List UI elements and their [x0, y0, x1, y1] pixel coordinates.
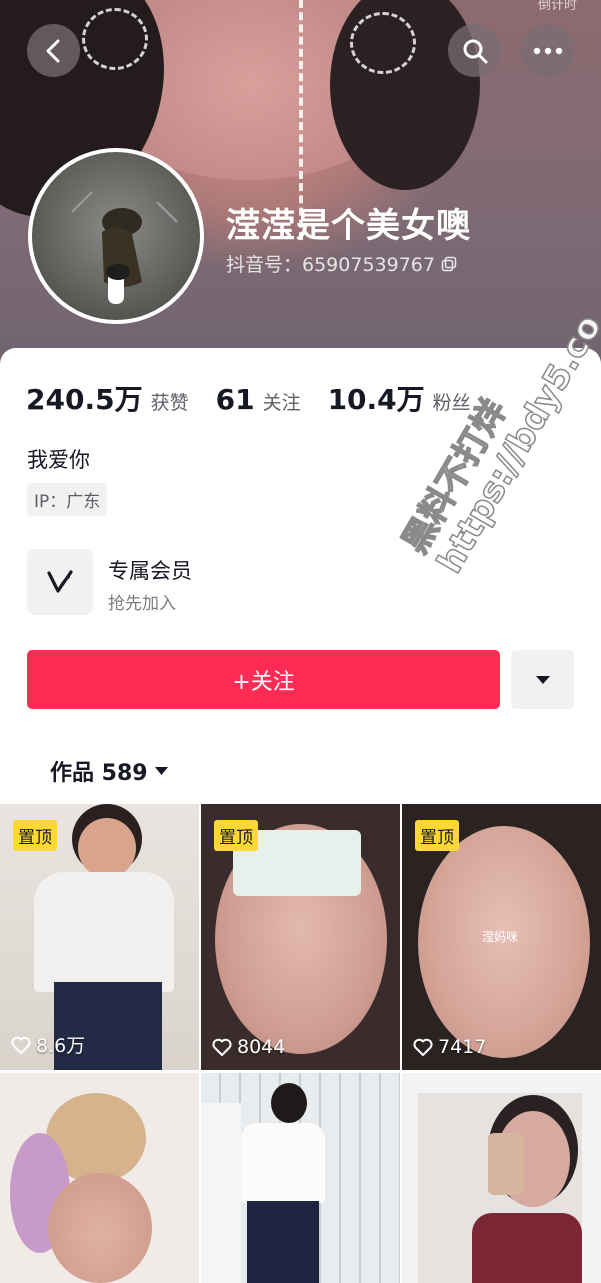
search-icon [463, 39, 487, 63]
v-logo-icon [47, 570, 73, 593]
video-thumbnail[interactable] [402, 1073, 601, 1283]
caret-down-icon [535, 675, 550, 684]
video-thumbnail[interactable] [0, 1073, 199, 1283]
stat-value: 61 [215, 383, 255, 416]
pinned-badge: 置顶 [214, 820, 258, 851]
more-options-button[interactable] [521, 24, 574, 77]
recommend-dropdown-button[interactable] [511, 650, 574, 709]
banner-sticker [350, 12, 416, 74]
video-thumbnail[interactable]: 置顶 8.6万 [0, 804, 199, 1070]
profile-nickname: 滢滢是个美女噢 [226, 206, 471, 246]
stat-label: 获赞 [150, 392, 189, 414]
copy-icon[interactable] [441, 256, 457, 272]
stat-following[interactable]: 61 关注 [216, 383, 301, 416]
ip-location-tag: IP：广东 [27, 483, 108, 516]
heart-icon [212, 1038, 232, 1056]
stat-likes[interactable]: 240.5万 获赞 [26, 378, 189, 418]
membership-title: 专属会员 [108, 559, 192, 583]
stat-value: 10.4万 [327, 383, 425, 416]
more-icon [533, 47, 562, 54]
heart-icon [413, 1038, 433, 1056]
video-thumbnail[interactable] [201, 1073, 400, 1283]
video-likes-count: 8.6万 [36, 1035, 86, 1057]
follow-button[interactable]: +关注 [27, 650, 500, 709]
back-button[interactable] [27, 24, 80, 77]
profile-bio: 我爱你 [27, 448, 90, 472]
avatar-photo [71, 191, 178, 304]
thumb-photo-shirt [241, 1123, 325, 1203]
thumb-photo-shirt [472, 1213, 582, 1283]
thumb-photo-face [78, 818, 136, 878]
douyin-id-text: 抖音号：65907539767 [226, 254, 435, 276]
stat-label: 关注 [262, 392, 301, 414]
thumb-photo-phone [488, 1133, 524, 1195]
pinned-badge: 置顶 [415, 820, 459, 851]
video-thumbnail[interactable]: 滢妈咪 置顶 7417 [402, 804, 601, 1070]
membership-subtitle: 抢先加入 [108, 594, 176, 614]
avatar[interactable] [28, 148, 204, 324]
thumb-photo-head [271, 1083, 307, 1123]
pinned-badge: 置顶 [13, 820, 57, 851]
thumb-photo-shirt [34, 872, 174, 992]
video-overlay-text: 滢妈咪 [482, 930, 519, 944]
video-likes: 8.6万 [11, 1031, 85, 1058]
thumb-photo-face [48, 1173, 152, 1283]
thumb-photo-pants [247, 1201, 319, 1283]
search-button[interactable] [448, 24, 501, 77]
video-likes: 8044 [212, 1036, 285, 1058]
video-likes-count: 8044 [237, 1036, 286, 1058]
tab-works[interactable]: 作品 589 [50, 755, 169, 787]
thumb-photo-person [201, 1103, 241, 1283]
membership-icon [27, 549, 93, 615]
stats-row: 240.5万 获赞 61 关注 10.4万 粉丝 [26, 378, 498, 418]
stat-value: 240.5万 [26, 383, 143, 416]
stat-followers[interactable]: 10.4万 粉丝 [328, 378, 471, 418]
banner-corner-text: 倒计时 [537, 0, 577, 13]
video-likes: 7417 [413, 1036, 486, 1058]
banner-sticker [82, 8, 148, 70]
membership-entry[interactable]: 专属会员 抢先加入 [27, 549, 387, 617]
stat-label: 粉丝 [432, 392, 471, 414]
tab-works-label: 作品 589 [50, 761, 148, 786]
chevron-left-icon [46, 39, 59, 62]
douyin-id[interactable]: 抖音号：65907539767 [226, 250, 457, 277]
video-thumbnail[interactable]: 置顶 8044 [201, 804, 400, 1070]
heart-icon [11, 1036, 31, 1054]
video-likes-count: 7417 [438, 1036, 487, 1058]
caret-down-icon [154, 767, 168, 775]
